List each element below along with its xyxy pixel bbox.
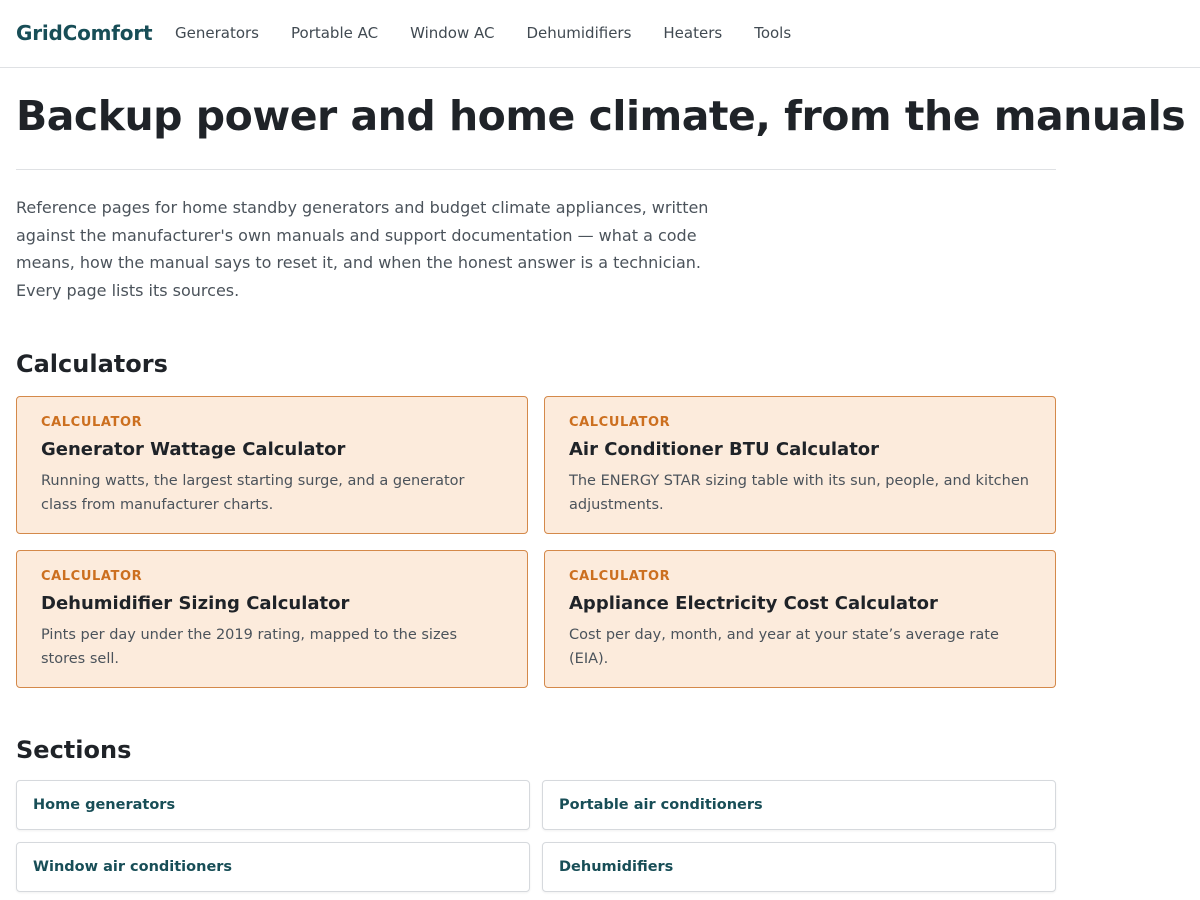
calculator-title: Dehumidifier Sizing Calculator [41,593,350,614]
nav-link-tools[interactable]: Tools [754,24,791,42]
calculator-title: Appliance Electricity Cost Calculator [569,593,938,614]
section-link-label: Portable air conditioners [559,797,763,813]
section-link-window-ac[interactable]: Window air conditioners [16,842,530,892]
section-link-dehumidifiers[interactable]: Dehumidifiers [542,842,1056,892]
top-navigation-bar: GridComfort Generators Portable AC Windo… [0,0,1200,68]
calculator-description: Pints per day under the 2019 rating, map… [41,627,458,667]
calculator-card-electricity-cost[interactable]: CALCULATOR Appliance Electricity Cost Ca… [544,550,1056,688]
nav-link-dehumidifiers[interactable]: Dehumidifiers [526,24,631,42]
section-link-label: Window air conditioners [33,859,233,875]
title-divider [16,169,1056,170]
calculator-card-generator-wattage[interactable]: CALCULATOR Generator Wattage Calculator … [16,396,528,534]
section-link-home-generators[interactable]: Home generators [16,780,530,830]
sections-heading: Sections [16,736,132,764]
section-link-label: Home generators [33,797,176,813]
calculator-description: The ENERGY STAR sizing table with its su… [569,473,1029,513]
calculator-card-dehumidifier-sizing[interactable]: CALCULATOR Dehumidifier Sizing Calculato… [16,550,528,688]
calculator-kicker: CALCULATOR [569,415,671,430]
calculator-title: Air Conditioner BTU Calculator [569,439,880,460]
page-title: Backup power and home climate, from the … [16,92,1186,140]
nav-link-window-ac[interactable]: Window AC [410,24,494,42]
nav-link-heaters[interactable]: Heaters [663,24,722,42]
section-link-label: Dehumidifiers [559,859,674,875]
calculator-card-ac-btu[interactable]: CALCULATOR Air Conditioner BTU Calculato… [544,396,1056,534]
calculator-description: Cost per day, month, and year at your st… [569,627,999,667]
calculator-kicker: CALCULATOR [41,569,143,584]
nav-link-generators[interactable]: Generators [175,24,259,42]
calculator-title: Generator Wattage Calculator [41,439,346,460]
section-link-portable-ac[interactable]: Portable air conditioners [542,780,1056,830]
calculator-description: Running watts, the largest starting surg… [41,473,465,513]
calculators-heading: Calculators [16,350,168,378]
nav-link-portable-ac[interactable]: Portable AC [291,24,378,42]
calculator-kicker: CALCULATOR [569,569,671,584]
intro-paragraph: Reference pages for home standby generat… [16,198,709,300]
brand-logo[interactable]: GridComfort [16,21,153,45]
calculator-kicker: CALCULATOR [41,415,143,430]
main-nav: Generators Portable AC Window AC Dehumid… [175,24,791,42]
